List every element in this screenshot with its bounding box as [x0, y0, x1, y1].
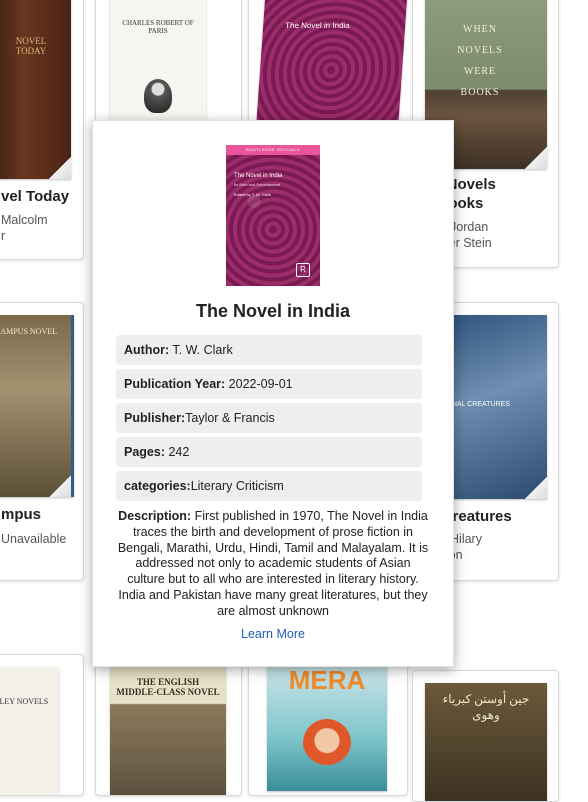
book-card[interactable]: The Novel in India: [248, 0, 418, 132]
field-value: 2022-09-01: [225, 377, 293, 391]
page-curl: [525, 477, 547, 499]
modal-book-cover: ROUTLEDGE REVIVALS The Novel in India It…: [226, 145, 320, 286]
book-cover: The Novel in India: [256, 0, 408, 123]
cover-text: THE ENGLISH MIDDLE-CLASS NOVEL: [116, 677, 220, 697]
publication-year-field: Publication Year: 2022-09-01: [116, 369, 422, 399]
field-value: Literary Criticism: [190, 479, 284, 493]
field-label: categories:: [124, 479, 191, 493]
field-value: 242: [165, 445, 190, 459]
field-value: T. W. Clark: [169, 343, 233, 357]
field-label: Author:: [124, 343, 170, 357]
book-title: mpus: [1, 505, 41, 524]
learn-more-link[interactable]: Learn More: [93, 627, 453, 641]
modal-title: The Novel in India: [195, 301, 351, 321]
book-card[interactable]: NOVEL TODAY vel Today Malcolm r: [0, 0, 84, 260]
description-label: Description:: [118, 509, 192, 523]
book-author-line: r: [1, 229, 6, 243]
pages-field: Pages: 242: [116, 437, 422, 467]
book-cover: SLEY NOVELS: [0, 667, 59, 795]
publisher-logo-icon: R: [296, 263, 310, 277]
author-field: Author: T. W. Clark: [116, 335, 422, 365]
field-value: Taylor & Francis: [185, 411, 275, 425]
cover-text: CHARLES ROBERT OF PARIS: [122, 19, 194, 35]
book-detail-modal: ROUTLEDGE REVIVALS The Novel in India It…: [92, 120, 454, 667]
publisher-field: Publisher:Taylor & Francis: [116, 403, 422, 433]
page-curl: [525, 147, 547, 169]
cover-text: جين أوستن كبرياء وهوى: [442, 692, 530, 722]
book-cover: جين أوستن كبرياء وهوى: [425, 683, 547, 801]
categories-field: categories:Literary Criticism: [116, 471, 422, 501]
book-title-line: mpus: [1, 506, 42, 523]
book-title: vel Today: [1, 187, 69, 206]
cover-title: The Novel in India: [234, 173, 283, 179]
book-author: Unavailable: [1, 531, 66, 547]
book-card[interactable]: CHARLES ROBERT OF PARIS: [95, 0, 242, 132]
book-cover: CHARLES ROBERT OF PARIS: [110, 0, 206, 123]
cover-series: ROUTLEDGE REVIVALS: [226, 145, 320, 155]
field-label: Pages:: [124, 445, 165, 459]
book-cover: NOVEL TODAY: [0, 0, 71, 179]
cover-editor: Edited by T. W. Clark: [234, 192, 272, 197]
portrait-image: [144, 79, 172, 113]
book-title-line: vel Today: [1, 188, 70, 205]
cover-text: The Novel in India: [284, 21, 351, 30]
description: Description: First published in 1970, Th…: [115, 509, 431, 619]
book-cover: THE ENGLISH MIDDLE-CLASS NOVEL: [110, 667, 226, 795]
book-author-line: Unavailable: [1, 532, 67, 546]
book-author: Malcolm r: [1, 212, 48, 244]
page-curl: [49, 475, 71, 497]
book-card[interactable]: CAMPUS NOVEL mpus Unavailable: [0, 302, 84, 581]
book-cover: MERA: [267, 661, 387, 791]
cover-text: SLEY NOVELS: [0, 697, 49, 706]
character-image: [303, 719, 351, 767]
description-text: First published in 1970, The Novel in In…: [117, 509, 429, 618]
cover-text: CAMPUS NOVEL: [0, 327, 58, 336]
page-curl: [49, 157, 71, 179]
cover-text: NOVEL TODAY: [15, 36, 47, 56]
cover-text: WHEN NOVELS WERE BOOKS: [457, 24, 503, 98]
book-cover: CAMPUS NOVEL: [0, 315, 74, 497]
book-card[interactable]: جين أوستن كبرياء وهوى: [412, 670, 559, 802]
cover-subtitle: Its Birth and Development: [234, 182, 281, 187]
field-label: Publisher:: [124, 411, 186, 425]
book-author-line: Malcolm: [1, 213, 48, 227]
cover-text: MERA: [288, 665, 366, 695]
field-label: Publication Year:: [124, 377, 226, 391]
